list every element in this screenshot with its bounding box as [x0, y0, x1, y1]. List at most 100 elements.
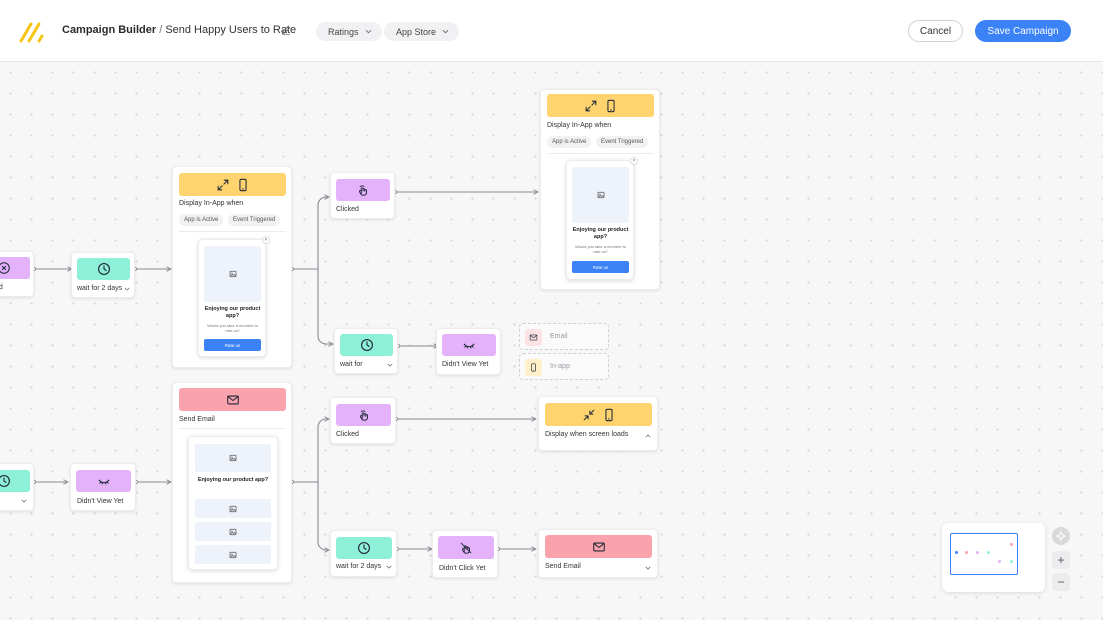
condition-tag[interactable]: Event Triggered: [596, 136, 649, 148]
node-label: wait for: [340, 361, 363, 368]
flow-canvas[interactable]: ed wait for 2 days Display In-App when A…: [0, 62, 1103, 620]
app-store-filter-dropdown[interactable]: App Store: [384, 22, 460, 41]
condition-tag[interactable]: App is Active: [179, 214, 224, 226]
minimap-dot: [976, 551, 979, 554]
condition-tag[interactable]: Event Triggered: [228, 214, 281, 226]
logo-icon: [19, 22, 44, 43]
chevron-down-icon[interactable]: [124, 287, 130, 291]
expand-arrows-icon: [584, 99, 598, 113]
inapp-preview: Enjoying our product app? Would you take…: [198, 239, 266, 357]
clicked-node[interactable]: Clicked: [330, 397, 396, 444]
envelope-icon: [529, 333, 538, 342]
condition-tag[interactable]: App is Active: [547, 136, 592, 148]
wait-node[interactable]: wait for: [334, 328, 398, 374]
preview-title: Enjoying our product app?: [204, 306, 261, 319]
chevron-down-icon[interactable]: [645, 566, 651, 570]
rate-us-button: Rate us: [572, 261, 629, 273]
trigger-node-partial-bottom[interactable]: [0, 463, 34, 511]
cancel-button[interactable]: Cancel: [908, 20, 963, 42]
image-placeholder: [195, 522, 271, 541]
image-placeholder: [572, 167, 629, 223]
node-label: Clicked: [336, 431, 359, 438]
clicked-chip: [336, 179, 390, 201]
wait-chip: [340, 334, 393, 356]
closed-eye-icon: [97, 474, 111, 488]
recenter-button[interactable]: [1052, 527, 1070, 545]
didnt-click-node[interactable]: Didn't Click Yet: [432, 530, 498, 578]
image-icon: [597, 191, 605, 199]
clock-icon: [97, 262, 111, 276]
rate-us-button: Rate us: [204, 339, 261, 351]
zoom-out-button[interactable]: −: [1052, 573, 1070, 591]
app-store-filter-label: App Store: [396, 26, 437, 37]
send-email-node[interactable]: Send Email: [538, 529, 658, 578]
envelope-icon: [226, 393, 240, 407]
chevron-up-icon[interactable]: [645, 434, 651, 438]
image-icon: [229, 505, 237, 513]
send-email-node[interactable]: Send Email Enjoying our product app?: [172, 382, 292, 583]
email-preview: Enjoying our product app?: [188, 436, 278, 570]
display-screen-loads-node[interactable]: Display when screen loads: [538, 396, 658, 451]
phone-icon: [529, 363, 538, 372]
envelope-icon: [592, 540, 606, 554]
add-inapp-placeholder[interactable]: In-app: [519, 353, 609, 380]
wait-node[interactable]: wait for 2 days: [330, 530, 397, 577]
placeholder-label: In-app: [550, 363, 570, 370]
preview-title: Enjoying our product app?: [572, 227, 629, 240]
chip: [525, 329, 542, 346]
zoom-in-button[interactable]: +: [1052, 551, 1070, 569]
image-placeholder: [204, 246, 261, 302]
divider: [547, 153, 654, 154]
image-placeholder: [195, 444, 271, 472]
ratings-filter-label: Ratings: [328, 26, 359, 37]
node-label: Didn't View Yet: [442, 361, 489, 368]
node-label: wait for 2 days: [77, 285, 123, 292]
phone-icon: [236, 178, 250, 192]
minimap-dot: [1010, 560, 1013, 563]
image-icon: [229, 454, 237, 462]
chevron-down-icon[interactable]: [386, 565, 392, 569]
node-label: Didn't Click Yet: [439, 565, 486, 572]
chevron-down-icon: [442, 29, 449, 34]
wait-node[interactable]: wait for 2 days: [71, 252, 135, 298]
didnt-view-node[interactable]: Didn't View Yet: [70, 463, 136, 511]
trigger-node-partial-top[interactable]: ed: [0, 251, 34, 297]
phone-icon: [602, 408, 616, 422]
save-campaign-button[interactable]: Save Campaign: [975, 20, 1071, 42]
display-inapp-node[interactable]: Display In-App when App is Active Event …: [540, 89, 660, 290]
node-label: Display In-App when: [179, 200, 244, 207]
minimap-dot: [987, 551, 990, 554]
clicked-chip: [336, 404, 391, 426]
minimap[interactable]: [942, 523, 1045, 592]
didnt-view-node[interactable]: Didn't View Yet: [436, 328, 501, 375]
chevron-down-icon[interactable]: [387, 363, 393, 367]
didnt-view-chip: [76, 470, 131, 492]
clicked-node[interactable]: Clicked: [330, 172, 395, 219]
display-inapp-header: [547, 94, 654, 117]
display-inapp-node[interactable]: Display In-App when App is Active Event …: [172, 166, 292, 368]
minimap-dot: [965, 551, 968, 554]
minimap-viewport[interactable]: [950, 533, 1018, 575]
close-icon: ×: [262, 236, 270, 244]
ratings-filter-dropdown[interactable]: Ratings: [316, 22, 382, 41]
crosshair-icon: [1056, 531, 1066, 541]
chevron-down-icon[interactable]: [21, 499, 27, 503]
chip: [0, 470, 30, 492]
app-name[interactable]: Campaign Builder: [62, 24, 156, 36]
didnt-click-chip: [438, 536, 494, 559]
pencil-icon[interactable]: [281, 25, 291, 35]
chip: [525, 359, 542, 376]
add-email-placeholder[interactable]: Email: [519, 323, 609, 350]
close-circle-icon: [0, 261, 11, 275]
hand-tap-icon: [356, 183, 370, 197]
divider: [179, 231, 286, 232]
chip: [0, 257, 30, 279]
breadcrumb-separator: /: [159, 24, 163, 36]
node-label: Didn't View Yet: [77, 498, 124, 505]
clock-icon: [360, 338, 374, 352]
display-header: [545, 403, 652, 426]
hand-tap-slash-icon: [459, 541, 473, 555]
top-bar: Campaign Builder / Send Happy Users to R…: [0, 0, 1103, 62]
image-icon: [229, 551, 237, 559]
chevron-down-icon: [365, 29, 372, 34]
